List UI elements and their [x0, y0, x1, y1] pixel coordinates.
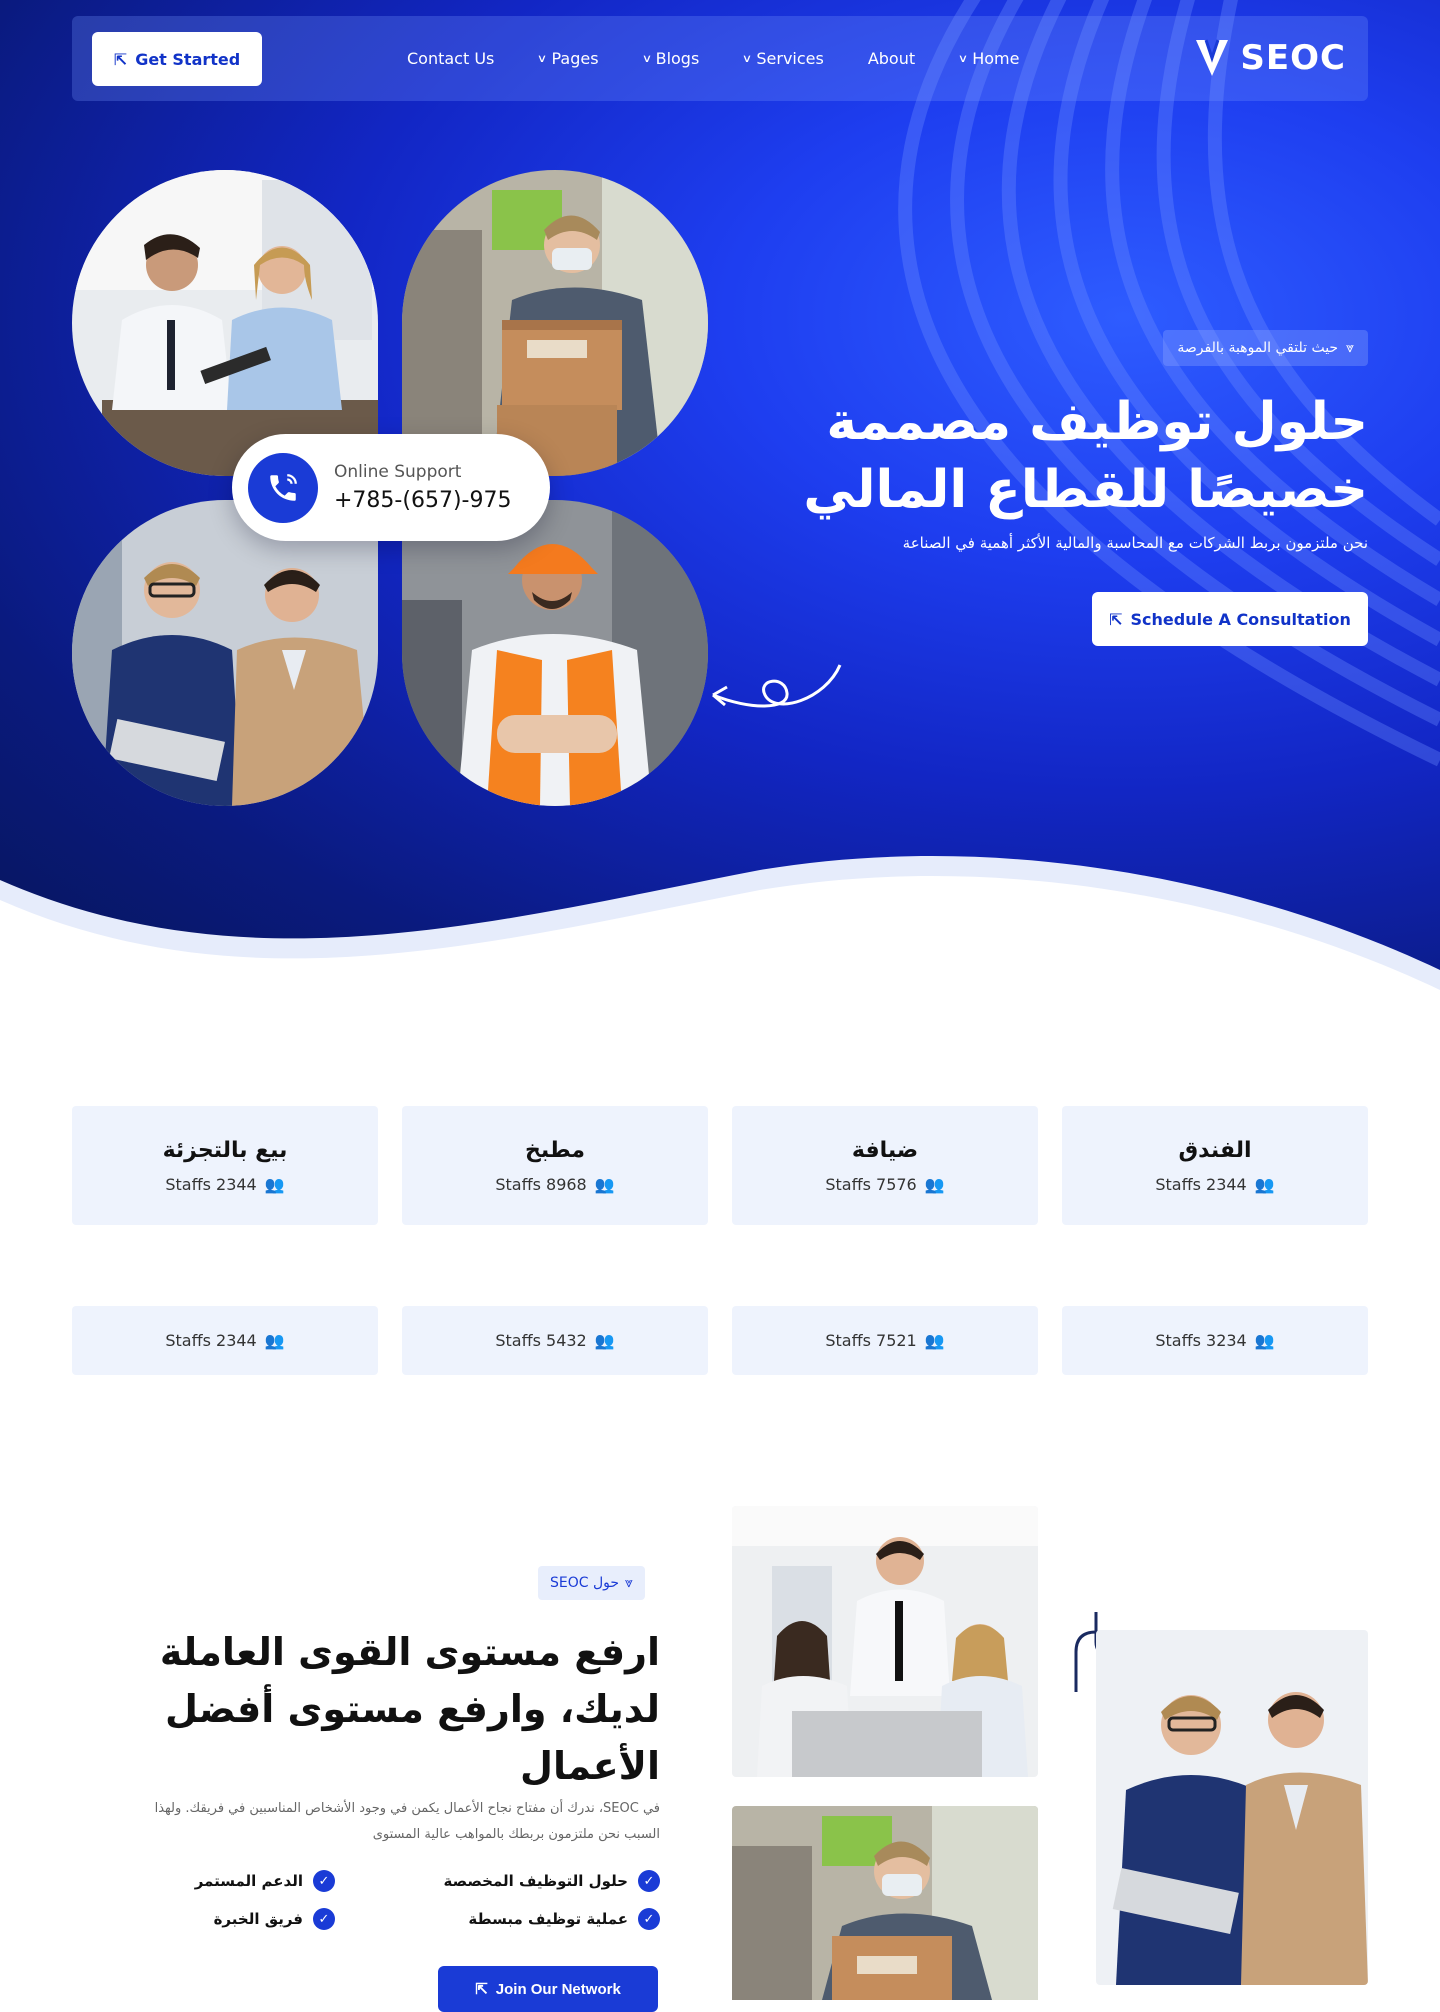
hero-title: حلول توظيف مصممة خصيصًا للقطاع المالي — [803, 392, 1368, 520]
users-icon: 👥 — [594, 1331, 615, 1350]
feature-item: ✓ فريق الخبرة — [214, 1908, 335, 1930]
get-started-button[interactable]: ⇱ Get Started — [92, 32, 262, 86]
photo-team-meeting — [72, 170, 378, 476]
nav-link-services[interactable]: ∨ Services — [742, 49, 824, 68]
photo-colleagues-laptop — [72, 500, 378, 806]
arrow-up-left-icon: ⇱ — [475, 1981, 488, 1998]
nav-link-about[interactable]: About — [868, 49, 915, 68]
category-card[interactable]: Staffs 2344 👥 — [72, 1306, 378, 1375]
phone-icon — [248, 452, 318, 523]
users-icon: 👥 — [594, 1174, 615, 1194]
users-icon: 👥 — [1254, 1331, 1275, 1350]
check-icon: ✓ — [313, 1870, 335, 1892]
photo-delivery-worker — [402, 170, 708, 476]
online-support-card[interactable]: Online Support +785-(657)-975 — [232, 434, 550, 541]
nav-link-contact[interactable]: Contact Us — [407, 49, 494, 68]
swirl-arrow-icon — [712, 664, 842, 708]
chevron-down-icon: ∨ — [641, 52, 652, 65]
about-title: ارفع مستوى القوى العاملة لديك، وارفع مست… — [159, 1630, 660, 1788]
arrow-up-left-icon: ⇱ — [113, 49, 128, 69]
chevron-down-icon: ∨ — [537, 52, 548, 65]
logo-mark-icon: ⩔ — [1346, 340, 1354, 356]
feature-item: ✓ حلول التوظيف المخصصة — [443, 1870, 660, 1892]
category-card-kitchen[interactable]: مطبخ Staffs 8968 👥 — [402, 1106, 708, 1225]
photo-office-team — [732, 1506, 1038, 1777]
hero-badge: ⩔ حيث تلتقي الموهبة بالفرصة — [1163, 330, 1368, 366]
join-network-button[interactable]: ⇱ Join Our Network — [438, 1966, 658, 2012]
navbar: ⇱ Get Started Contact Us ∨ Pages ∨ Blogs ∨… — [72, 16, 1368, 101]
chevron-down-icon: ∨ — [742, 52, 753, 65]
category-card[interactable]: Staffs 5432 👥 — [402, 1306, 708, 1375]
category-card-hotel[interactable]: الفندق Staffs 2344 👥 — [1062, 1106, 1368, 1225]
about-badge: ⩔ حول SEOC — [538, 1566, 645, 1600]
logo[interactable]: SEOC — [1192, 30, 1346, 86]
users-icon: 👥 — [924, 1174, 945, 1194]
hero-subtitle: نحن ملتزمون بربط الشركات مع المحاسبة وال… — [902, 534, 1368, 552]
category-card-retail[interactable]: بيع بالتجزئة Staffs 2344 👥 — [72, 1106, 378, 1225]
users-icon: 👥 — [264, 1174, 285, 1194]
users-icon: 👥 — [1254, 1174, 1275, 1194]
category-card-hospitality[interactable]: ضيافة Staffs 7576 👥 — [732, 1106, 1038, 1225]
arrow-up-left-icon: ⇱ — [1109, 609, 1123, 629]
category-card[interactable]: Staffs 7521 👥 — [732, 1306, 1038, 1375]
check-icon: ✓ — [313, 1908, 335, 1930]
photo-construction-worker — [402, 500, 708, 806]
about-description: في SEOC، ندرك أن مفتاح نجاح الأعمال يكمن… — [154, 1801, 660, 1842]
support-phone: +785-(657)-975 — [334, 488, 512, 513]
logo-icon — [1196, 39, 1229, 76]
feature-item: ✓ الدعم المستمر — [195, 1870, 335, 1892]
logo-mark-icon: ⩔ — [625, 1575, 633, 1591]
hero-section: ⇱ Get Started Contact Us ∨ Pages ∨ Blogs ∨… — [0, 0, 1440, 990]
photo-delivery-worker-2 — [732, 1806, 1038, 2000]
category-card[interactable]: Staffs 3234 👥 — [1062, 1306, 1368, 1375]
users-icon: 👥 — [264, 1331, 285, 1350]
schedule-consultation-button[interactable]: ⇱ Schedule A Consultation — [1092, 592, 1368, 646]
check-icon: ✓ — [638, 1908, 660, 1930]
hero-wave — [0, 856, 1440, 990]
support-label: Online Support — [334, 462, 462, 482]
chevron-down-icon: ∨ — [957, 52, 969, 65]
nav-link-pages[interactable]: ∨ Pages — [537, 49, 598, 68]
nav-link-home[interactable]: ∨ Home — [957, 49, 1020, 68]
feature-item: ✓ عملية توظيف مبسطة — [468, 1908, 660, 1930]
nav-links: Contact Us ∨ Pages ∨ Blogs ∨ Services About… — [407, 16, 1019, 101]
users-icon: 👥 — [924, 1331, 945, 1350]
photo-colleagues-laptop-2 — [1096, 1630, 1368, 1985]
check-icon: ✓ — [638, 1870, 660, 1892]
nav-link-blogs[interactable]: ∨ Blogs — [641, 49, 699, 68]
